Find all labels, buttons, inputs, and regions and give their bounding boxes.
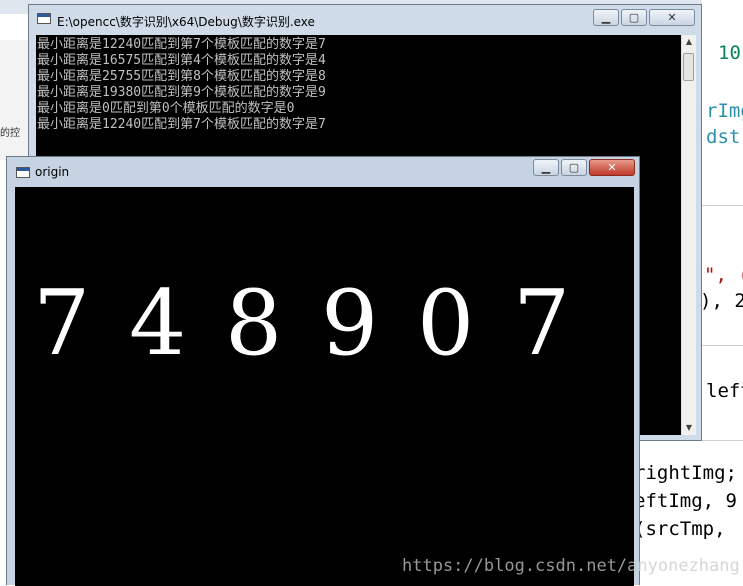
ide-divider [702,345,743,346]
watermark-text: https://blog.csdn.net/anyonezhang [402,556,740,576]
digit-glyph: 8 [225,271,283,376]
console-scrollbar[interactable]: ▲ ▼ [681,35,696,435]
code-fragment: eftImg, 9 [634,490,737,512]
digit-glyph: 7 [33,271,91,376]
scroll-down-arrow-icon[interactable]: ▼ [682,421,696,435]
code-fragment: dst) [706,126,743,148]
console-close-button[interactable]: ✕ [649,9,695,26]
code-fragment: 10( [718,42,743,64]
scroll-up-arrow-icon[interactable]: ▲ [682,35,696,49]
console-line: 最小距离是12240匹配到第7个模板匹配的数字是7 [37,117,326,132]
origin-app-icon [16,167,30,178]
origin-image-canvas: 7 4 8 9 0 7 [15,187,634,586]
code-fragment: left [706,380,743,402]
code-fragment: (srcTmp, [634,518,726,540]
digit-glyph: 0 [417,271,475,376]
origin-title: origin [35,165,70,179]
console-line: 最小距离是25755匹配到第8个模板匹配的数字是8 [37,69,326,84]
code-fragment: ", ( [704,264,743,286]
code-fragment: ), 25 [700,290,743,312]
ide-divider [702,205,743,206]
digit-glyph: 4 [129,271,187,376]
origin-close-button[interactable]: ✕ [589,159,635,176]
console-line: 最小距离是19380匹配到第9个模板匹配的数字是9 [37,85,326,100]
scroll-thumb[interactable] [683,53,694,81]
console-title: E:\opencc\数字识别\x64\Debug\数字识别.exe [57,15,315,29]
ide-divider [702,440,743,441]
console-titlebar[interactable]: E:\opencc\数字识别\x64\Debug\数字识别.exe ▁ ▢ ✕ [35,7,701,31]
console-minimize-button[interactable]: ▁ [593,9,619,26]
code-fragment: rightImg; [634,462,737,484]
console-line: 最小距离是16575匹配到第4个模板匹配的数字是4 [37,53,326,68]
console-line: 最小距离是0匹配到第0个模板匹配的数字是0 [37,101,295,116]
console-maximize-button[interactable]: ▢ [621,9,647,26]
origin-window: origin ▁ ▢ ✕ 7 4 8 9 0 7 [6,156,640,586]
digit-glyph: 9 [321,271,379,376]
origin-minimize-button[interactable]: ▁ [533,159,559,176]
console-line: 最小距离是12240匹配到第7个模板匹配的数字是7 [37,37,326,52]
origin-maximize-button[interactable]: ▢ [561,159,587,176]
code-fragment: rImg] [706,100,743,122]
console-app-icon [37,13,51,24]
digit-glyph: 7 [513,271,571,376]
